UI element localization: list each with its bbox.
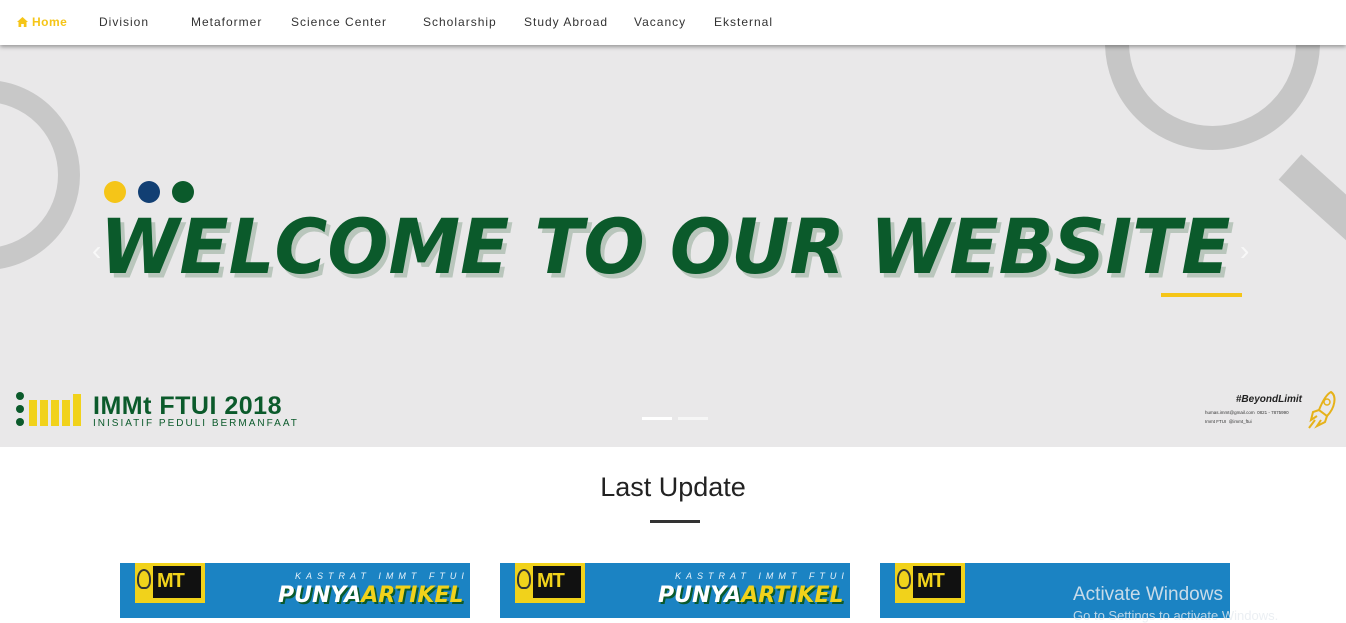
contact-phone: 0821 - 7875990 bbox=[1257, 410, 1289, 415]
article-card-1[interactable]: MT KASTRAT IMMT FTUI PUNYAARTIKEL bbox=[120, 563, 470, 618]
contact-social: @immt_ftui bbox=[1228, 419, 1252, 424]
green-dot bbox=[172, 181, 194, 203]
chevron-left-icon: ‹ bbox=[92, 235, 102, 266]
carousel-indicator-2[interactable] bbox=[678, 417, 708, 420]
immt-logo: IMMt FTUI 2018 INISIATIF PEDULI BERMANFA… bbox=[15, 390, 305, 430]
chevron-right-icon: › bbox=[1240, 235, 1250, 266]
immt-logo-mark bbox=[16, 392, 81, 426]
nav-science-center[interactable]: Science Center bbox=[291, 15, 387, 29]
carousel-indicator-1[interactable] bbox=[642, 417, 672, 420]
card-logo-text: MT bbox=[157, 570, 185, 592]
logo-subtitle: INISIATIF PEDULI BERMANFAAT bbox=[93, 418, 299, 429]
section-title-underline bbox=[650, 520, 700, 523]
card-logo-text: MT bbox=[917, 570, 945, 592]
card-headline: PUNYAARTIKEL bbox=[658, 583, 844, 608]
hashtag-text: #BeyondLimit bbox=[1235, 394, 1302, 405]
university-seal-icon bbox=[517, 569, 531, 589]
nav-vacancy[interactable]: Vacancy bbox=[634, 15, 686, 29]
nav-division[interactable]: Division bbox=[99, 15, 149, 29]
top-navbar: Home Division Metaformer Science Center … bbox=[0, 0, 1346, 45]
rocket-icon bbox=[1308, 390, 1336, 429]
card-logo: MT bbox=[895, 563, 965, 603]
contact-facebook: Immt FTUI bbox=[1205, 419, 1227, 424]
magnifier-handle-graphic bbox=[1278, 154, 1346, 260]
nav-home-label: Home bbox=[32, 15, 68, 29]
university-seal-icon bbox=[897, 569, 911, 589]
yellow-dot bbox=[104, 181, 126, 203]
nav-scholarship[interactable]: Scholarship bbox=[423, 15, 497, 29]
nav-eksternal[interactable]: Eksternal bbox=[714, 15, 773, 29]
hero-carousel: WELCOME TO OUR WEBSITE ‹ › IMMt FTUI 201… bbox=[0, 45, 1346, 447]
card-logo: MT bbox=[135, 563, 205, 603]
card-logo: MT bbox=[515, 563, 585, 603]
magnifier-left-graphic bbox=[0, 80, 80, 270]
nav-metaformer[interactable]: Metaformer bbox=[191, 15, 262, 29]
university-seal-icon bbox=[137, 569, 151, 589]
article-card-2[interactable]: MT KASTRAT IMMT FTUI PUNYAARTIKEL bbox=[500, 563, 850, 618]
blue-dot bbox=[138, 181, 160, 203]
card-kicker: KASTRAT IMMT FTUI bbox=[675, 571, 849, 581]
card-headline: PUNYAARTIKEL bbox=[278, 583, 464, 608]
contact-info: humas.immt@gmail.com 0821 - 7875990 Immt… bbox=[1205, 408, 1305, 426]
nav-study-abroad[interactable]: Study Abroad bbox=[524, 15, 608, 29]
logo-title: IMMt FTUI 2018 bbox=[93, 392, 282, 420]
activate-windows-watermark: Activate Windows bbox=[1073, 584, 1223, 605]
nav-home[interactable]: Home bbox=[17, 15, 67, 29]
beyond-limit-badge: #BeyondLimit humas.immt@gmail.com 0821 -… bbox=[1205, 390, 1340, 440]
card-logo-text: MT bbox=[537, 570, 565, 592]
carousel-next-button[interactable]: › bbox=[1240, 235, 1249, 267]
headline-underline bbox=[1161, 293, 1242, 297]
activate-windows-subtitle: Go to Settings to activate Windows. bbox=[1073, 608, 1279, 623]
hero-headline: WELCOME TO OUR WEBSITE bbox=[100, 202, 1231, 292]
section-title: Last Update bbox=[600, 472, 746, 502]
home-icon bbox=[17, 17, 28, 27]
magnifier-right-graphic bbox=[1105, 45, 1320, 150]
contact-email: humas.immt@gmail.com bbox=[1205, 410, 1255, 415]
card-kicker: KASTRAT IMMT FTUI bbox=[295, 571, 469, 581]
carousel-prev-button[interactable]: ‹ bbox=[92, 235, 101, 267]
